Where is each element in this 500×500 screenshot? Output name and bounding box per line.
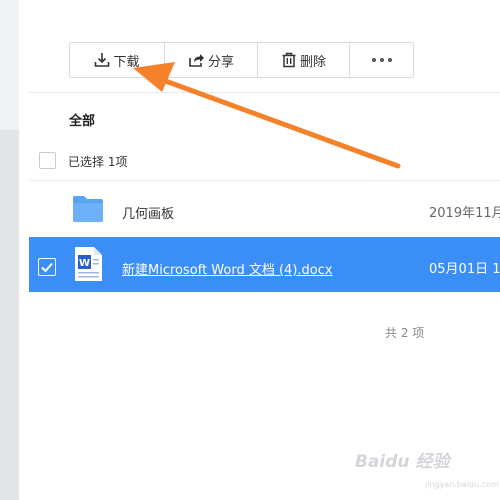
watermark-url: jingyan.baidu.com bbox=[425, 480, 499, 489]
file-name[interactable]: 几何画板 bbox=[122, 203, 174, 222]
selected-count-text: 已选择 1项 bbox=[68, 155, 128, 169]
share-label: 分享 bbox=[207, 54, 234, 70]
download-label: 下载 bbox=[113, 54, 140, 70]
delete-label: 删除 bbox=[299, 54, 326, 70]
check-icon bbox=[41, 262, 53, 273]
divider bbox=[29, 92, 500, 93]
trash-icon bbox=[282, 52, 296, 68]
file-date: 05月01日 1 bbox=[429, 262, 500, 277]
more-dots-icon bbox=[371, 58, 392, 62]
left-sidebar-edge bbox=[0, 130, 19, 500]
select-all-checkbox[interactable] bbox=[39, 152, 56, 169]
divider bbox=[29, 180, 500, 181]
select-all-row: 已选择 1项 bbox=[29, 140, 500, 180]
svg-text:W: W bbox=[79, 258, 90, 269]
delete-button[interactable]: 删除 bbox=[257, 43, 349, 77]
file-date: 2019年11月 bbox=[429, 206, 500, 221]
file-row-word[interactable]: W 新建Microsoft Word 文档 (4).docx 05月01日 1 bbox=[29, 237, 500, 292]
action-toolbar: 下载 分享 删除 bbox=[69, 42, 414, 78]
watermark-logo: Baidu 经验 bbox=[355, 452, 450, 472]
row-checkbox[interactable] bbox=[38, 258, 56, 276]
file-row-folder[interactable]: 几何画板 2019年11月 bbox=[29, 187, 500, 233]
share-button[interactable]: 分享 bbox=[164, 43, 257, 77]
word-file-icon: W bbox=[75, 247, 102, 281]
breadcrumb-all[interactable]: 全部 bbox=[69, 110, 95, 129]
share-icon bbox=[189, 54, 204, 67]
file-name[interactable]: 新建Microsoft Word 文档 (4).docx bbox=[122, 259, 333, 278]
more-button[interactable] bbox=[349, 43, 413, 77]
download-button[interactable]: 下载 bbox=[70, 43, 164, 77]
total-count-text: 共 2 项 bbox=[385, 326, 425, 340]
download-icon bbox=[95, 53, 110, 67]
folder-icon bbox=[73, 196, 103, 222]
